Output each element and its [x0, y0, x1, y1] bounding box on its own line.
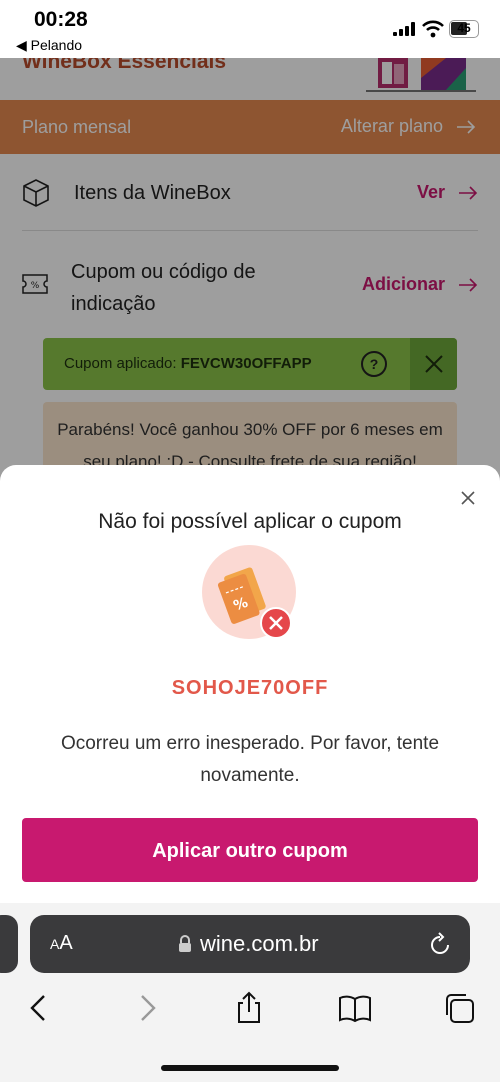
address-bar[interactable]: AA wine.com.br	[30, 915, 470, 973]
share-icon[interactable]	[232, 991, 266, 1025]
forward-icon[interactable]	[130, 991, 164, 1025]
tabs-icon[interactable]	[442, 991, 476, 1025]
wifi-icon	[422, 20, 444, 38]
coupon-error-modal: Não foi possível aplicar o cupom % SOHOJ…	[0, 465, 500, 910]
url-text: wine.com.br	[200, 931, 319, 956]
coupon-code: SOHOJE70OFF	[171, 677, 329, 699]
close-icon[interactable]	[459, 489, 477, 507]
apply-another-coupon-button[interactable]: Aplicar outro cupom	[22, 818, 478, 882]
bookmarks-icon[interactable]	[338, 991, 372, 1025]
previous-tab-preview[interactable]	[0, 915, 18, 973]
browser-toolbar: AA wine.com.br	[0, 903, 500, 1082]
home-indicator	[161, 1065, 339, 1071]
text-size-button[interactable]: AA	[50, 932, 73, 955]
back-icon[interactable]	[22, 991, 56, 1025]
status-time: 00:28	[34, 8, 88, 31]
error-message: Ocorreu um erro inesperado. Por favor, t…	[60, 733, 440, 786]
modal-title: Não foi possível aplicar o cupom	[98, 510, 402, 533]
battery-icon: 45	[449, 20, 479, 38]
coupon-error-icon: %	[202, 545, 296, 639]
text-size-small: A	[50, 936, 60, 952]
status-bar: 00:28 ◀ Pelando 45	[0, 0, 500, 58]
text-size-large: A	[59, 932, 73, 954]
battery-level: 45	[457, 21, 471, 35]
back-to-app-link[interactable]: ◀ Pelando	[16, 37, 82, 54]
reload-icon[interactable]	[428, 931, 452, 957]
lock-icon	[179, 935, 191, 952]
signal-icon	[393, 22, 415, 36]
